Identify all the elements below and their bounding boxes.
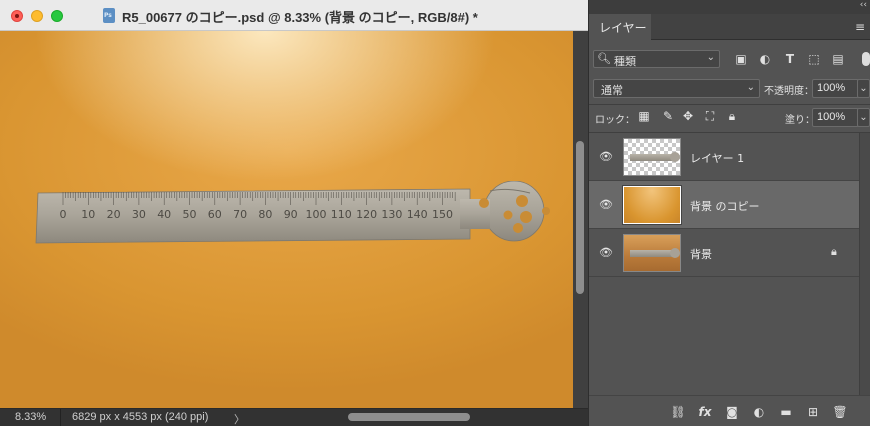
lock-label: ロック： [595,115,635,126]
fill-dropdown[interactable]: ⌄ [857,108,870,127]
ruler-label: 50 [183,208,197,221]
layer-name: レイヤー 1 [690,152,745,165]
panel-footer: ⛓ fx ◙ ◐ ▬ ⊞ 🗑︎ [589,395,870,426]
ruler-label: 70 [233,208,247,221]
fill-label: 塗り： [785,115,815,126]
horizontal-scroll-thumb[interactable] [348,413,470,421]
eye-icon[interactable]: 👁︎ [599,198,613,211]
ruler-label: 80 [258,208,272,221]
fill-input[interactable]: 100% [812,108,859,127]
chevron-down-icon: ⌄ [746,82,755,93]
ruler-label: 150 [432,208,453,221]
vertical-scrollbar[interactable] [573,31,588,408]
eye-icon[interactable]: 👁︎ [599,246,613,259]
layer-row-selected[interactable]: 👁︎ 背景 のコピー [589,181,859,229]
type-filter-icon[interactable]: T [783,52,797,66]
filter-toggle[interactable] [862,52,870,66]
ruler-image: 0 10 20 30 40 50 60 70 80 90 100 110 120 130 140 150 [35,181,550,244]
ruler-label: 20 [107,208,121,221]
status-divider [60,409,61,426]
ruler-label: 100 [306,208,327,221]
opacity-input[interactable]: 100% [812,79,859,98]
ruler-label: 30 [132,208,146,221]
layers-panel: ‹‹ レイヤー ≡ 🔍︎ 種類 ⌄ ▣ ◐ T ⬚ ▤ 通常 ⌄ 不透明度： 1… [588,0,870,426]
panel-tabbar: レイヤー ≡ [589,14,870,40]
layer-kind-filter[interactable]: 🔍︎ 種類 ⌄ [593,50,720,68]
image-filter-icon[interactable]: ▣ [734,52,748,66]
ruler-label: 0 [60,208,67,221]
chevron-down-icon: ⌄ [706,52,715,63]
ruler-label: 120 [356,208,377,221]
lock-all-icon[interactable]: 🔒︎ [725,109,739,123]
trash-icon[interactable]: 🗑︎ [832,404,848,420]
title-bar: R5_00677 のコピー.psd @ 8.33% (背景 のコピー, RGB/… [0,0,588,31]
folder-icon[interactable]: ▬ [778,404,794,420]
close-button[interactable] [11,10,23,22]
layer-row[interactable]: 👁︎ レイヤー 1 [589,133,859,181]
adjustment-icon[interactable]: ◐ [751,404,767,420]
fx-icon[interactable]: fx [697,404,713,420]
lock-position-icon[interactable]: ✥ [681,109,695,123]
layers-scrollbar[interactable] [859,133,870,395]
ruler-label: 110 [331,208,352,221]
lock-artboard-icon[interactable]: ⛶ [703,109,717,123]
shape-filter-icon[interactable]: ⬚ [807,52,821,66]
minimize-button[interactable] [31,10,43,22]
ruler-label: 130 [381,208,402,221]
ruler-label: 10 [81,208,95,221]
layer-name: 背景 のコピー [690,200,760,213]
tab-layers[interactable]: レイヤー [589,14,651,40]
lock-image-pixels-icon[interactable]: ✎ [661,109,675,123]
panel-divider [589,104,870,105]
new-layer-icon[interactable]: ⊞ [805,404,821,420]
chevron-right-icon[interactable]: 〉 [234,411,245,426]
layer-list: 👁︎ レイヤー 1 👁︎ 背景 のコピー 👁︎ 背景 🔒︎ [589,133,859,395]
eye-icon[interactable]: 👁︎ [599,150,613,163]
opacity-label: 不透明度： [764,86,814,97]
layer-thumbnail [622,185,682,225]
document-title: R5_00677 のコピー.psd @ 8.33% (背景 のコピー, RGB/… [122,10,478,25]
ruler-label: 60 [208,208,222,221]
lock-icon: 🔒︎ [831,245,837,258]
ruler-label: 140 [407,208,428,221]
zoom-level[interactable]: 8.33% [15,411,46,423]
blend-mode-value: 通常 [601,84,623,97]
canvas[interactable]: 0 10 20 30 40 50 60 70 80 90 100 110 120 130 140 150 [0,31,573,408]
maximize-button[interactable] [51,10,63,22]
fill-value: 100% [817,111,846,123]
collapse-icon[interactable]: ‹‹ [860,0,867,10]
status-bar: 8.33% 6829 px x 4553 px (240 ppi) 〉 [0,408,588,426]
ruler-label: 90 [284,208,298,221]
photoshop-window: R5_00677 のコピー.psd @ 8.33% (背景 のコピー, RGB/… [0,0,870,426]
ruler-label: 40 [157,208,171,221]
blend-mode-select[interactable]: 通常 ⌄ [593,79,760,98]
panel-menu-icon[interactable]: ≡ [855,20,865,34]
filter-kind-value: 種類 [614,55,636,68]
search-icon: 🔍︎ [597,52,611,65]
layer-thumbnail [623,138,681,176]
layer-row[interactable]: 👁︎ 背景 🔒︎ [589,229,859,277]
vertical-scroll-thumb[interactable] [576,141,584,294]
document-info: 6829 px x 4553 px (240 ppi) [72,411,209,423]
opacity-value: 100% [817,82,846,94]
document-window: R5_00677 のコピー.psd @ 8.33% (背景 のコピー, RGB/… [0,0,588,426]
panel-header-strip: ‹‹ [589,0,870,14]
adjustment-filter-icon[interactable]: ◐ [758,52,772,66]
lock-transparent-pixels-icon[interactable]: ▦ [637,109,651,123]
layer-name: 背景 [690,248,712,261]
smart-object-filter-icon[interactable]: ▤ [831,52,845,66]
layer-thumbnail [623,234,681,272]
psd-file-icon [103,8,115,23]
link-icon[interactable]: ⛓ [670,404,686,420]
mask-icon[interactable]: ◙ [724,404,740,420]
opacity-dropdown[interactable]: ⌄ [857,79,870,98]
